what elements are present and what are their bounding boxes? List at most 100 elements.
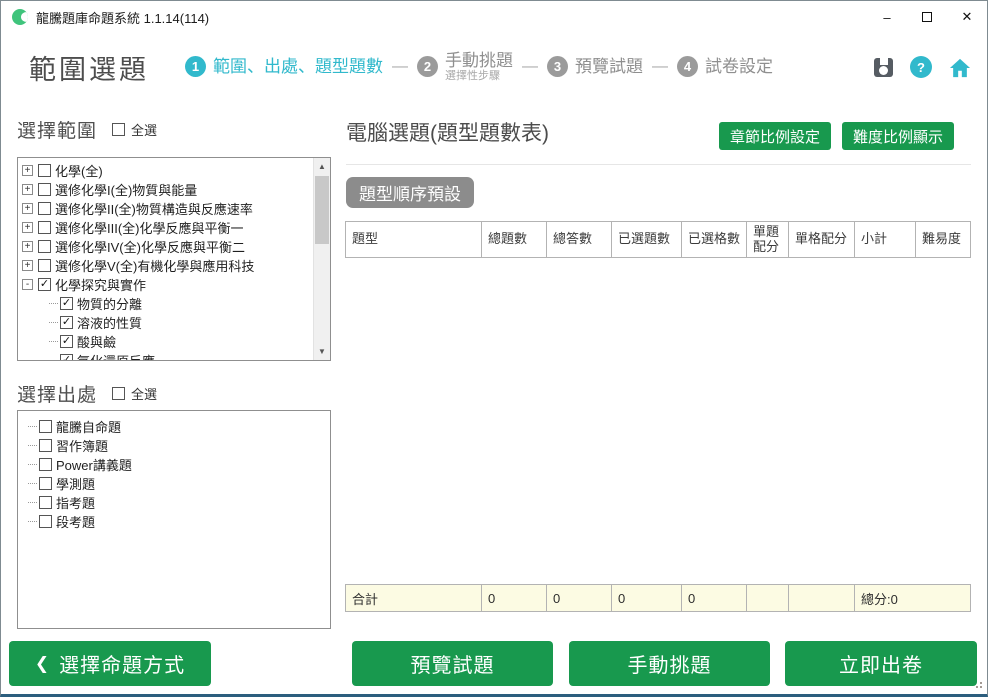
table-header-cell: 難易度 (916, 222, 971, 257)
source-item[interactable]: 指考題 (28, 493, 324, 512)
wizard-step[interactable]: — 3 預覽試題 (513, 56, 643, 77)
tree-item[interactable]: + 化學(全) (22, 161, 310, 180)
tree-item-label: 物質的分離 (77, 294, 142, 313)
question-table-header: 題型 總題數 總答數 已選題數 已選格數 單題配分 單格配分 小計 難易度 (345, 221, 971, 258)
step-label: 試卷設定 (705, 57, 773, 77)
tree-checkbox[interactable] (38, 278, 51, 291)
source-checkbox[interactable] (39, 496, 52, 509)
step-number-badge: 4 (677, 56, 698, 77)
step-number-badge: 2 (417, 56, 438, 77)
table-footer-cell: 0 (682, 585, 747, 611)
tree-item[interactable]: 酸與鹼 (22, 332, 310, 351)
wizard-step[interactable]: — 1 範圍、出處、題型題數 (185, 56, 383, 77)
tree-item-label: 選修化學I(全)物質與能量 (55, 180, 197, 199)
tree-item-label: 選修化學V(全)有機化學與應用科技 (55, 256, 254, 275)
tree-item[interactable]: - 化學探究與實作 (22, 275, 310, 294)
panel-divider (346, 164, 971, 165)
generate-button[interactable]: 立即出卷 (785, 641, 977, 686)
resize-grip[interactable] (972, 678, 982, 688)
tree-checkbox[interactable] (38, 240, 51, 253)
back-button[interactable]: ❮ 選擇命題方式 (9, 641, 211, 686)
tree-connector (28, 483, 37, 484)
tree-expander-icon[interactable]: + (22, 241, 33, 252)
step-number-badge: 3 (547, 56, 568, 77)
range-select-all-checkbox[interactable] (112, 123, 125, 136)
range-section-header: 選擇範圍 全選 (17, 116, 157, 143)
tree-checkbox[interactable] (60, 354, 73, 361)
tree-checkbox[interactable] (60, 335, 73, 348)
table-footer-cell (747, 585, 789, 611)
tree-expander-icon[interactable]: + (22, 203, 33, 214)
minimize-icon[interactable]: – (867, 1, 907, 33)
tree-checkbox[interactable] (38, 164, 51, 177)
table-footer-cell: 合計 (346, 585, 482, 611)
source-item[interactable]: 學測題 (28, 474, 324, 493)
home-icon[interactable] (949, 57, 971, 78)
question-table-footer: 合計 0 0 0 0 總分:0 (345, 584, 971, 612)
source-checkbox[interactable] (39, 515, 52, 528)
window-controls: – ✕ (867, 1, 987, 33)
source-item-label: 學測題 (56, 474, 95, 493)
scroll-down-icon[interactable]: ▼ (314, 343, 330, 360)
tree-checkbox[interactable] (60, 316, 73, 329)
source-checkbox[interactable] (39, 458, 52, 471)
tree-item[interactable]: + 選修化學II(全)物質構造與反應速率 (22, 199, 310, 218)
header-icons: ? (874, 56, 971, 78)
help-icon[interactable]: ? (910, 56, 932, 78)
source-item[interactable]: 段考題 (28, 512, 324, 531)
source-select-all-checkbox[interactable] (112, 387, 125, 400)
scroll-up-icon[interactable]: ▲ (314, 158, 330, 175)
table-header-cell: 總題數 (482, 222, 547, 257)
step-separator: — (522, 58, 538, 76)
tree-expander-icon[interactable]: + (22, 165, 33, 176)
table-header-cell: 總答數 (547, 222, 612, 257)
close-icon[interactable]: ✕ (947, 1, 987, 33)
manual-pick-button[interactable]: 手動挑題 (569, 641, 770, 686)
tree-checkbox[interactable] (60, 297, 73, 310)
source-item[interactable]: 龍騰自命題 (28, 417, 324, 436)
tree-item-label: 選修化學III(全)化學反應與平衡一 (55, 218, 244, 237)
tree-expander-icon[interactable]: + (22, 184, 33, 195)
tree-expander-icon[interactable]: - (22, 279, 33, 290)
tree-item[interactable]: + 選修化學I(全)物質與能量 (22, 180, 310, 199)
save-icon[interactable] (874, 58, 893, 77)
source-checkbox[interactable] (39, 420, 52, 433)
tree-checkbox[interactable] (38, 183, 51, 196)
wizard-step[interactable]: — 2 手動挑題選擇性步驟 (383, 51, 513, 84)
tree-item[interactable]: + 選修化學III(全)化學反應與平衡一 (22, 218, 310, 237)
source-item-label: 段考題 (56, 512, 95, 531)
tree-connector (28, 521, 37, 522)
tree-expander-icon[interactable]: + (22, 260, 33, 271)
maximize-icon[interactable] (907, 1, 947, 33)
source-item[interactable]: Power講義題 (28, 455, 324, 474)
source-checkbox[interactable] (39, 477, 52, 490)
tree-connector (28, 464, 37, 465)
table-footer-cell: 總分:0 (855, 585, 971, 611)
tree-item[interactable]: 物質的分離 (22, 294, 310, 313)
range-select-all[interactable]: 全選 (112, 120, 157, 139)
tree-scrollbar[interactable]: ▲ ▼ (313, 158, 330, 360)
source-select-all-label: 全選 (131, 384, 157, 403)
tree-item[interactable]: + 選修化學V(全)有機化學與應用科技 (22, 256, 310, 275)
step-number-badge: 1 (185, 56, 206, 77)
tree-item[interactable]: 氧化還原反應 (22, 351, 310, 361)
tree-item[interactable]: + 選修化學IV(全)化學反應與平衡二 (22, 237, 310, 256)
wizard-step[interactable]: — 4 試卷設定 (643, 56, 773, 77)
difficulty-ratio-button[interactable]: 難度比例顯示 (842, 122, 954, 150)
app-window: 龍騰題庫命題系統 1.1.14(114) – ✕ 範圍選題 — 1 範圍、出處、… (0, 0, 988, 697)
tree-item-label: 酸與鹼 (77, 332, 116, 351)
tree-checkbox[interactable] (38, 221, 51, 234)
tree-item[interactable]: 溶液的性質 (22, 313, 310, 332)
tree-connector (28, 445, 37, 446)
tree-checkbox[interactable] (38, 202, 51, 215)
scroll-thumb[interactable] (315, 176, 329, 244)
preview-button[interactable]: 預覽試題 (352, 641, 553, 686)
question-order-button[interactable]: 題型順序預設 (346, 177, 474, 208)
tree-checkbox[interactable] (38, 259, 51, 272)
source-checkbox[interactable] (39, 439, 52, 452)
tree-expander-icon[interactable]: + (22, 222, 33, 233)
chapter-ratio-button[interactable]: 章節比例設定 (719, 122, 831, 150)
source-select-all[interactable]: 全選 (112, 384, 157, 403)
source-item[interactable]: 習作簿題 (28, 436, 324, 455)
tree-connector (49, 360, 58, 361)
